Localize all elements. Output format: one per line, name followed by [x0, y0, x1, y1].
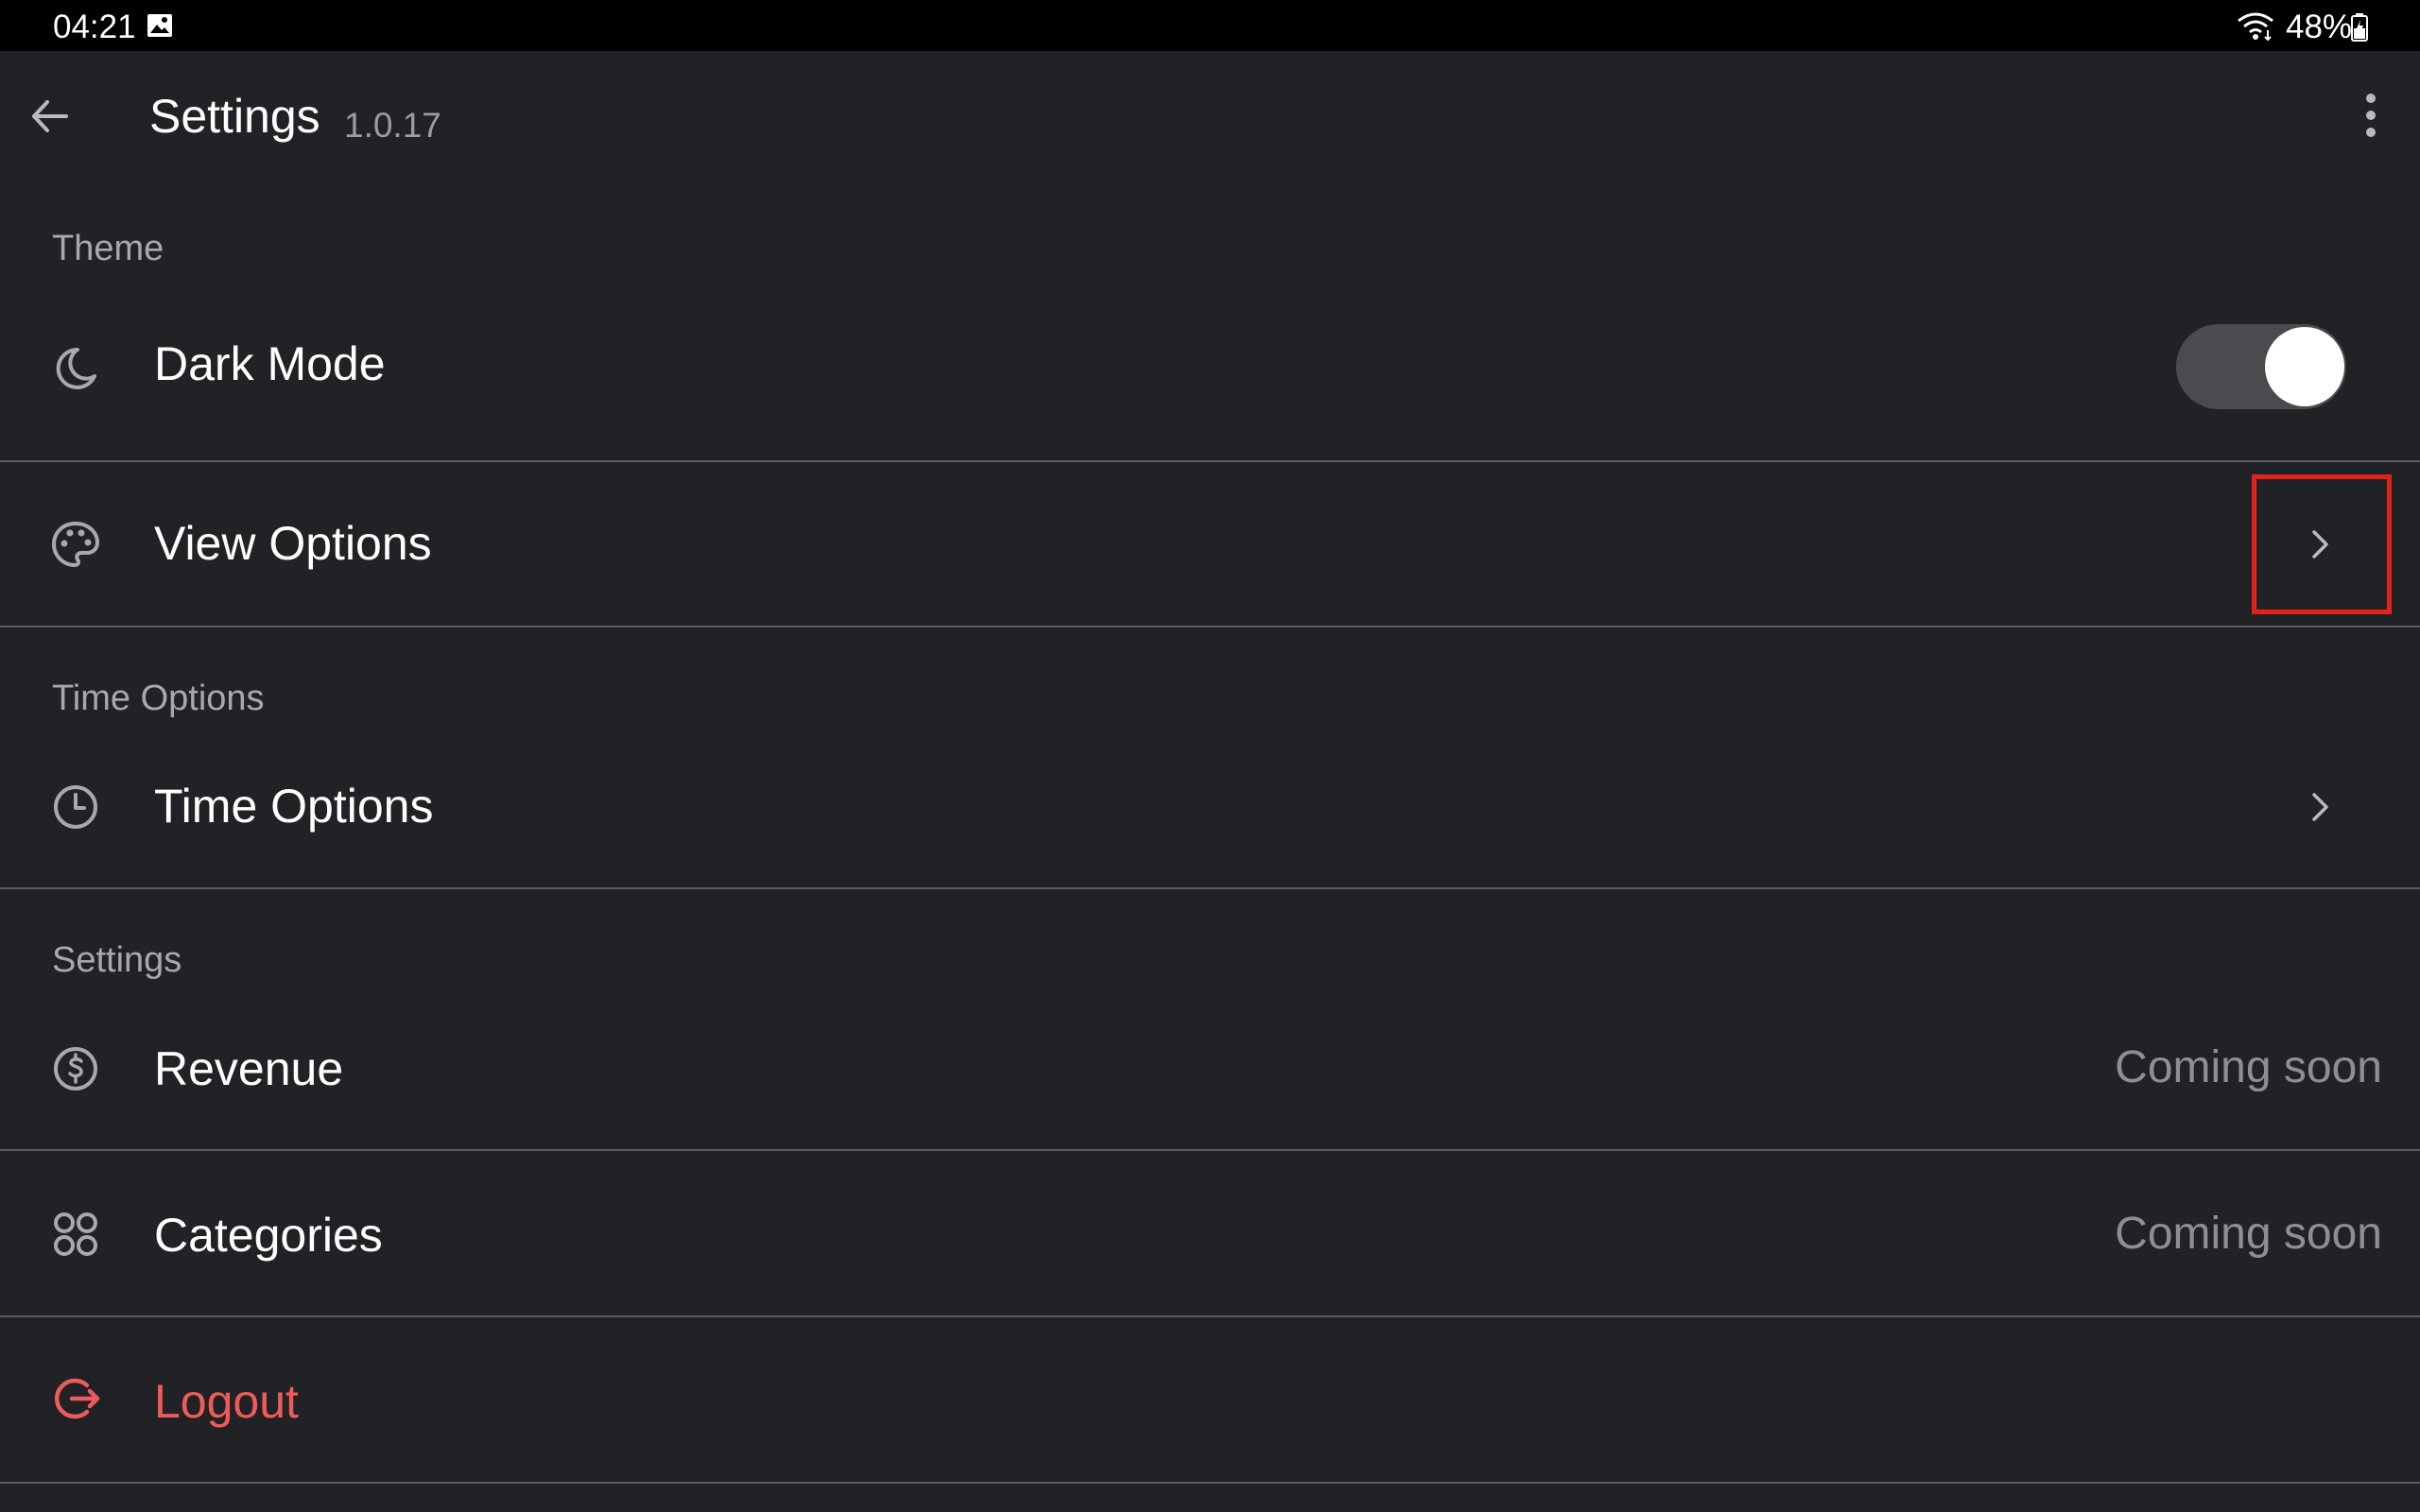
coming-soon-text: Coming soon [2115, 1209, 2382, 1259]
battery-percent: 48% [2286, 9, 2353, 45]
dark-mode-row[interactable]: Dark Mode [0, 302, 2420, 435]
highlight-box [2252, 474, 2392, 614]
categories-label: Categories [154, 1209, 383, 1262]
clock-icon [49, 781, 102, 833]
back-arrow-icon[interactable] [25, 91, 76, 142]
divider [0, 887, 2420, 889]
battery-icon [2350, 13, 2369, 46]
divider [0, 626, 2420, 627]
page-title: Settings [149, 90, 320, 143]
status-bar: 04:21 48% [0, 0, 2420, 51]
revenue-label: Revenue [154, 1042, 344, 1095]
revenue-row[interactable]: Revenue Coming soon [0, 1017, 2420, 1149]
image-notification-icon [147, 13, 173, 43]
time-options-row[interactable]: Time Options [0, 756, 2420, 888]
app-version: 1.0.17 [344, 106, 441, 145]
view-options-label: View Options [154, 517, 432, 570]
categories-row[interactable]: Categories Coming soon [0, 1151, 2420, 1316]
logout-label: Logout [154, 1375, 299, 1428]
grid-circles-icon [49, 1208, 102, 1261]
toggle-knob [2265, 327, 2344, 406]
section-header-theme: Theme [52, 229, 164, 268]
dollar-circle-icon [49, 1042, 102, 1095]
moon-icon [49, 342, 102, 395]
view-options-row[interactable]: View Options [0, 463, 2420, 626]
palette-icon [49, 518, 102, 571]
section-header-time-options: Time Options [52, 679, 265, 718]
wifi-icon [2237, 11, 2274, 46]
more-options-icon[interactable] [2350, 89, 2392, 142]
settings-screen: 04:21 48% Settings 1.0.17 Theme Dark Mod… [0, 0, 2420, 1512]
dark-mode-label: Dark Mode [154, 337, 386, 390]
coming-soon-text: Coming soon [2115, 1042, 2382, 1092]
status-time: 04:21 [53, 9, 136, 45]
chevron-right-icon[interactable] [2299, 786, 2341, 828]
divider [0, 1482, 2420, 1484]
logout-icon [49, 1372, 102, 1425]
section-header-settings: Settings [52, 940, 182, 980]
logout-row[interactable]: Logout [0, 1317, 2420, 1483]
dark-mode-toggle[interactable] [2176, 324, 2346, 409]
divider [0, 460, 2420, 462]
time-options-label: Time Options [154, 780, 434, 833]
